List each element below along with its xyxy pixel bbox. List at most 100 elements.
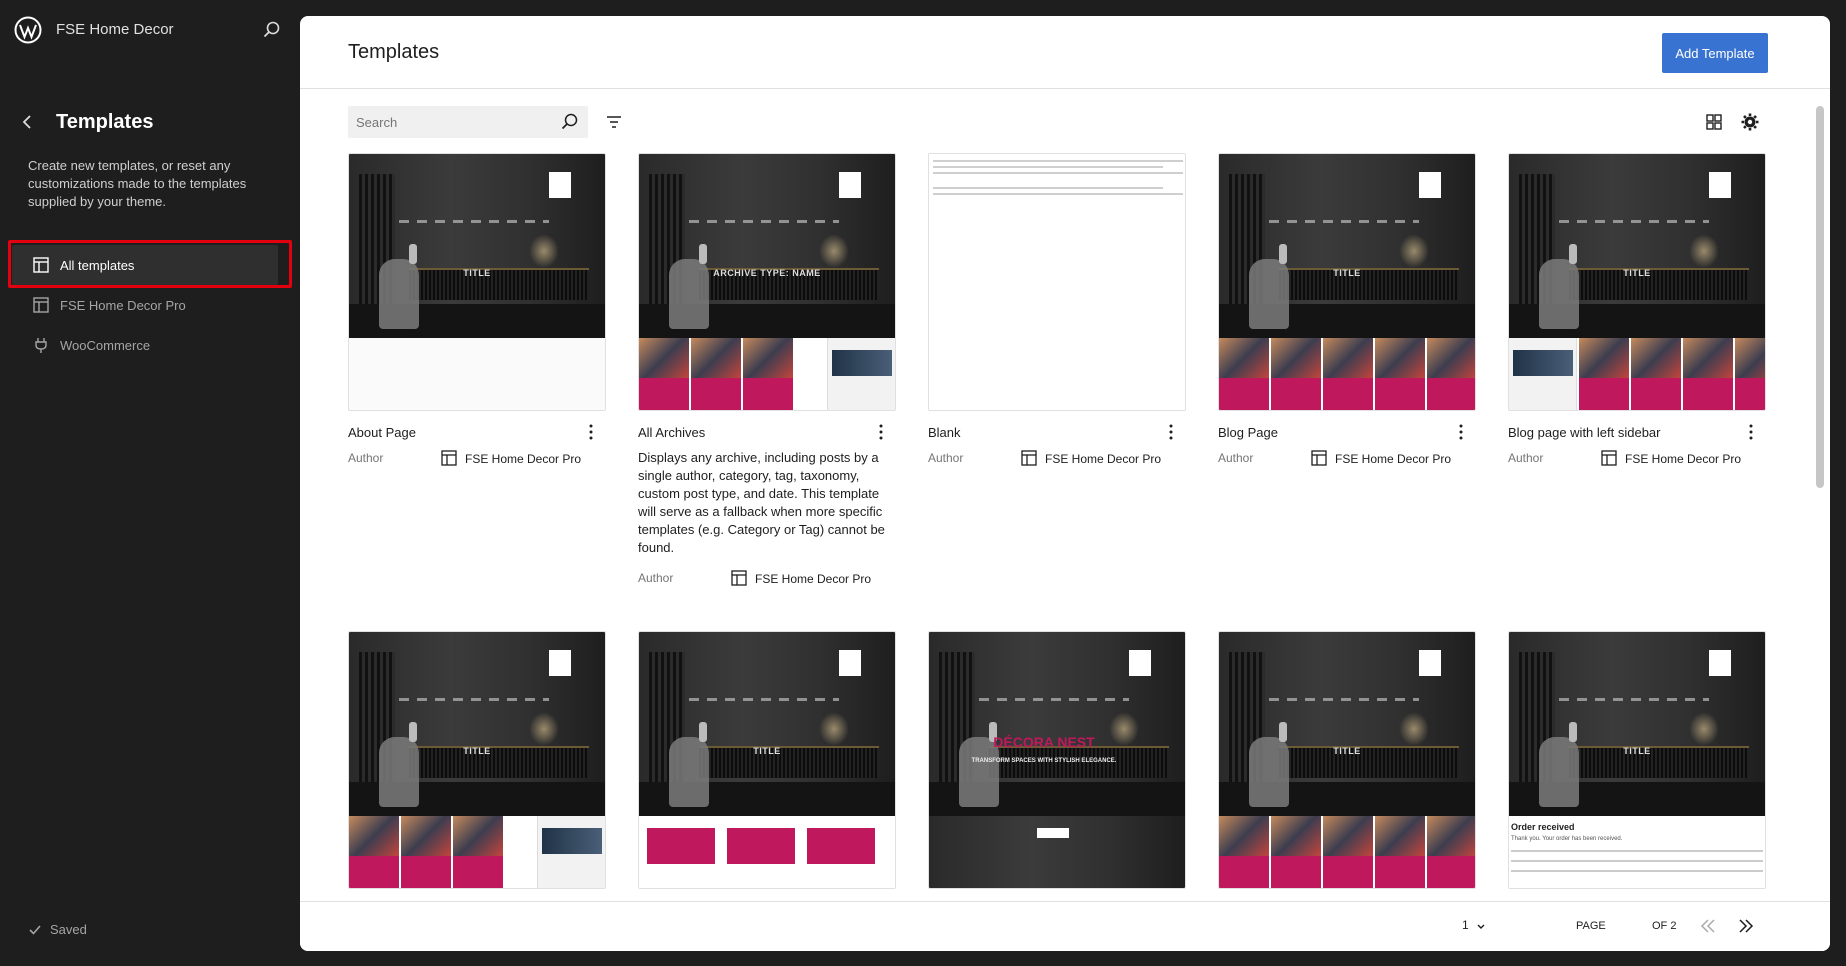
- thumbnail-sidebar-image: [542, 828, 602, 854]
- template-thumbnail[interactable]: TITLE Order received Thank you. Your order…: [1508, 631, 1766, 889]
- sidebar-item-woocommerce[interactable]: WooCommerce: [12, 325, 278, 365]
- thumbnail-plant: [529, 234, 559, 268]
- back-button[interactable]: [18, 112, 38, 132]
- thumbnail-vase: [409, 722, 417, 742]
- thumbnail-post-image: [1271, 816, 1321, 856]
- scrollbar[interactable]: [1816, 106, 1824, 488]
- more-options-icon[interactable]: [876, 423, 886, 441]
- template-title[interactable]: Blog page with left sidebar: [1508, 425, 1660, 440]
- thumbnail-plant: [1689, 234, 1719, 268]
- template-thumbnail[interactable]: TITLE: [348, 153, 606, 411]
- sidebar-item-label: FSE Home Decor Pro: [60, 297, 186, 313]
- thumbnail-post: [1219, 816, 1269, 888]
- next-page-icon[interactable]: [1736, 916, 1756, 936]
- template-card[interactable]: Blank Author FSE Home Decor Pro: [928, 153, 1186, 466]
- sidebar-nav: All templates FSE Home Decor Pro WooComm…: [12, 245, 278, 365]
- more-options-icon[interactable]: [1746, 423, 1756, 441]
- template-title[interactable]: Blank: [928, 425, 961, 440]
- filter-icon[interactable]: [604, 112, 624, 132]
- thumbnail-order-title: Order received: [1511, 822, 1575, 832]
- thumbnail-content: [1219, 816, 1475, 888]
- template-thumbnail[interactable]: TITLE: [348, 631, 606, 889]
- thumbnail-post: [1323, 816, 1373, 888]
- template-meta: Author FSE Home Decor Pro: [1218, 449, 1476, 469]
- thumbnail-order-line: [1511, 870, 1763, 872]
- layout-icon: [1311, 450, 1327, 466]
- thumbnail-hero: TITLE: [1219, 154, 1475, 338]
- thumbnail-post-image: [1219, 338, 1269, 378]
- add-template-button[interactable]: Add Template: [1662, 33, 1768, 73]
- previous-page-icon[interactable]: [1698, 916, 1718, 936]
- template-thumbnail[interactable]: TITLE: [1218, 153, 1476, 411]
- thumbnail-hero: TITLE: [349, 154, 605, 338]
- template-title[interactable]: About Page: [348, 425, 416, 440]
- template-meta: Author FSE Home Decor Pro: [638, 569, 896, 589]
- thumbnail-hero-label: TITLE: [463, 268, 491, 278]
- thumbnail-content: Order received Thank you. Your order has …: [1509, 816, 1765, 888]
- thumbnail-text-line: [933, 193, 1183, 195]
- template-title[interactable]: All Archives: [638, 425, 705, 440]
- search-icon[interactable]: [262, 20, 282, 40]
- wordpress-logo-icon[interactable]: [14, 16, 42, 44]
- thumbnail-plant: [529, 712, 559, 746]
- template-card[interactable]: ARCHIVE TYPE: NAME All Archives Displays a…: [638, 153, 896, 586]
- thumbnail-navbar: [399, 220, 549, 223]
- thumbnail-hero-label: TITLE: [1333, 746, 1361, 756]
- thumbnail-sidebar-image: [832, 350, 892, 376]
- save-status: Saved: [28, 922, 87, 937]
- sidebar-item-all-templates[interactable]: All templates: [12, 245, 278, 285]
- thumbnail-box: [549, 650, 571, 676]
- template-card[interactable]: TITLE: [348, 631, 606, 889]
- search-input[interactable]: [348, 106, 588, 138]
- more-options-icon[interactable]: [1166, 423, 1176, 441]
- thumbnail-post-image: [1323, 816, 1373, 856]
- template-thumbnail[interactable]: TITLE: [1508, 153, 1766, 411]
- thumbnail-plant: [1399, 234, 1429, 268]
- thumbnail-post-image: [743, 338, 793, 378]
- thumbnail-post-image: [1683, 338, 1733, 378]
- template-thumbnail[interactable]: ARCHIVE TYPE: NAME: [638, 153, 896, 411]
- thumbnail-hero: DÉCORA NEST TRANSFORM SPACES WITH STYLISH…: [929, 632, 1185, 888]
- template-thumbnail[interactable]: DÉCORA NEST TRANSFORM SPACES WITH STYLISH…: [928, 631, 1186, 889]
- pagination: PAGE 1 OF 2: [300, 901, 1830, 951]
- template-thumbnail[interactable]: [928, 153, 1186, 411]
- thumbnail-navbar: [399, 698, 549, 701]
- layout-icon: [33, 297, 49, 313]
- thumbnail-post-image: [639, 338, 689, 378]
- template-thumbnail[interactable]: TITLE: [638, 631, 896, 889]
- thumbnail-vase: [409, 244, 417, 264]
- sidebar: FSE Home Decor Templates Create new temp…: [0, 0, 300, 966]
- thumbnail-plant: [1399, 712, 1429, 746]
- thumbnail-text-line: [933, 166, 1163, 168]
- grid-view-icon[interactable]: [1704, 112, 1724, 132]
- thumbnail-hero-label: TITLE: [1623, 746, 1651, 756]
- thumbnail-content: [349, 338, 605, 410]
- thumbnail-hero: ARCHIVE TYPE: NAME: [639, 154, 895, 338]
- template-card[interactable]: TITLE Blog page with left sidebar Author FS…: [1508, 153, 1766, 466]
- sidebar-item-fse-home-decor-pro[interactable]: FSE Home Decor Pro: [12, 285, 278, 325]
- template-card[interactable]: TITLE: [638, 631, 896, 889]
- thumbnail-heading: DÉCORA NEST: [993, 734, 1095, 750]
- template-card[interactable]: TITLE Order received Thank you. Your order…: [1508, 631, 1766, 889]
- template-card[interactable]: DÉCORA NEST TRANSFORM SPACES WITH STYLISH…: [928, 631, 1186, 889]
- template-card[interactable]: TITLE: [1218, 631, 1476, 889]
- gear-icon[interactable]: [1740, 112, 1760, 132]
- thumbnail-order-line: [1511, 850, 1763, 852]
- template-title[interactable]: Blog Page: [1218, 425, 1278, 440]
- page-select[interactable]: 1: [1462, 918, 1496, 938]
- site-title[interactable]: FSE Home Decor: [56, 21, 174, 38]
- template-description: Displays any archive, including posts by…: [638, 450, 885, 555]
- template-card[interactable]: TITLE About Page Author FSE Home Decor Pro: [348, 153, 606, 466]
- thumbnail-content: [639, 338, 895, 410]
- author-label: Author: [348, 451, 384, 465]
- thumbnail-navbar: [1269, 698, 1419, 701]
- template-thumbnail[interactable]: TITLE: [1218, 631, 1476, 889]
- page-title: Templates: [348, 41, 440, 63]
- author-label: Author: [1218, 451, 1254, 465]
- more-options-icon[interactable]: [1456, 423, 1466, 441]
- template-card[interactable]: TITLE Blog Page Author FSE Home Decor Pro: [1218, 153, 1476, 466]
- template-meta: Author FSE Home Decor Pro: [348, 449, 606, 469]
- layout-icon: [33, 257, 49, 273]
- more-options-icon[interactable]: [586, 423, 596, 441]
- thumbnail-post: [453, 816, 503, 888]
